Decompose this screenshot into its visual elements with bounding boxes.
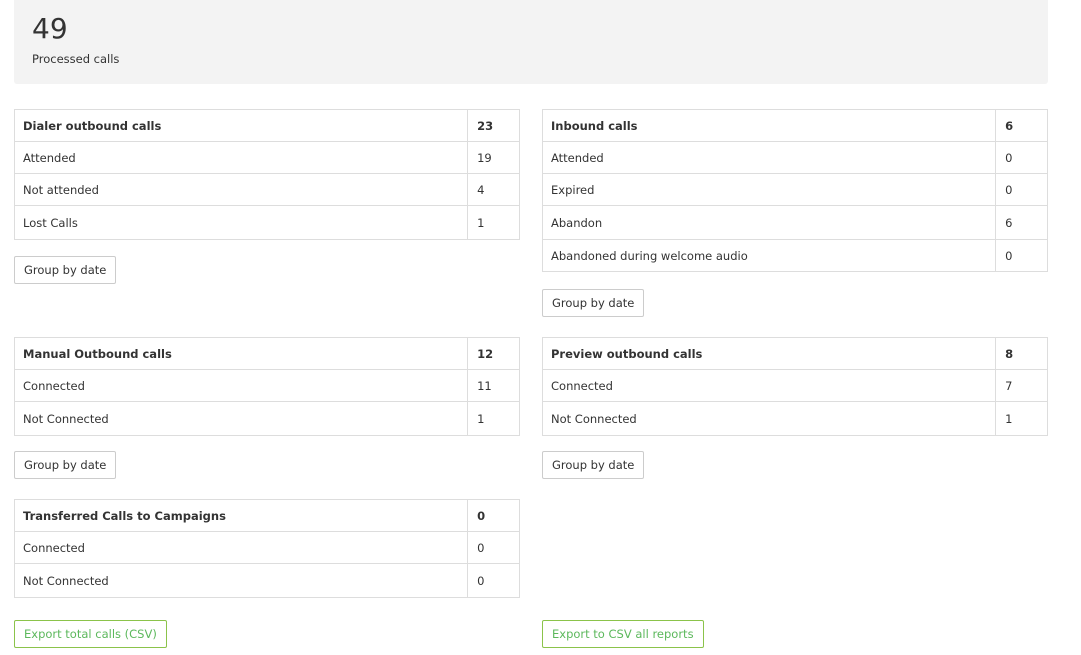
table-row: Not attended 4 bbox=[13, 173, 520, 206]
table-row: Not Connected 1 bbox=[13, 401, 520, 436]
table-row: Not Connected 1 bbox=[541, 401, 1048, 436]
table-row: Abandoned during welcome audio 0 bbox=[541, 239, 1048, 272]
dialer-outbound-table: Dialer outbound calls 23 Attended 19 Not… bbox=[13, 109, 520, 240]
row-label: Expired bbox=[541, 173, 997, 206]
row-label: Connected bbox=[541, 369, 997, 402]
row-value: 1 bbox=[467, 205, 520, 240]
row-label: Lost Calls bbox=[13, 205, 469, 240]
dialer-group-by-date-button[interactable]: Group by date bbox=[14, 256, 117, 284]
row-value: 19 bbox=[467, 141, 520, 174]
export-total-calls-csv-button[interactable]: Export total calls (CSV) bbox=[14, 620, 167, 648]
inbound-title: Inbound calls bbox=[541, 109, 997, 142]
table-row: Lost Calls 1 bbox=[13, 205, 520, 240]
transferred-total: 0 bbox=[467, 499, 520, 532]
row-label: Connected bbox=[13, 531, 469, 564]
row-value: 4 bbox=[467, 173, 520, 206]
manual-title: Manual Outbound calls bbox=[13, 337, 469, 370]
row-value: 0 bbox=[467, 563, 520, 598]
table-row: Connected 7 bbox=[541, 369, 1048, 402]
dialer-title: Dialer outbound calls bbox=[13, 109, 469, 142]
table-row: Expired 0 bbox=[541, 173, 1048, 206]
preview-outbound-table: Preview outbound calls 8 Connected 7 Not… bbox=[541, 337, 1048, 436]
table-row: Attended 19 bbox=[13, 141, 520, 174]
row-label: Not Connected bbox=[13, 563, 469, 598]
transferred-title: Transferred Calls to Campaigns bbox=[13, 499, 469, 532]
processed-calls-count: 49 bbox=[32, 12, 68, 45]
manual-outbound-table: Manual Outbound calls 12 Connected 11 No… bbox=[13, 337, 520, 436]
manual-group-by-date-button[interactable]: Group by date bbox=[14, 451, 117, 479]
row-label: Abandon bbox=[541, 205, 997, 240]
row-label: Attended bbox=[13, 141, 469, 174]
table-header-row: Transferred Calls to Campaigns 0 bbox=[13, 499, 520, 532]
row-value: 1 bbox=[467, 401, 520, 436]
row-label: Attended bbox=[541, 141, 997, 174]
row-value: 0 bbox=[467, 531, 520, 564]
row-value: 0 bbox=[995, 239, 1048, 272]
export-all-reports-csv-button[interactable]: Export to CSV all reports bbox=[542, 620, 704, 648]
row-label: Not attended bbox=[13, 173, 469, 206]
table-row: Abandon 6 bbox=[541, 205, 1048, 240]
inbound-group-by-date-button[interactable]: Group by date bbox=[542, 289, 645, 317]
preview-group-by-date-button[interactable]: Group by date bbox=[542, 451, 645, 479]
inbound-total: 6 bbox=[995, 109, 1048, 142]
preview-total: 8 bbox=[995, 337, 1048, 370]
row-label: Abandoned during welcome audio bbox=[541, 239, 997, 272]
row-value: 0 bbox=[995, 141, 1048, 174]
row-label: Not Connected bbox=[13, 401, 469, 436]
table-header-row: Manual Outbound calls 12 bbox=[13, 337, 520, 370]
row-value: 0 bbox=[995, 173, 1048, 206]
row-value: 7 bbox=[995, 369, 1048, 402]
preview-title: Preview outbound calls bbox=[541, 337, 997, 370]
table-header-row: Inbound calls 6 bbox=[541, 109, 1048, 142]
manual-total: 12 bbox=[467, 337, 520, 370]
row-label: Not Connected bbox=[541, 401, 997, 436]
table-header-row: Preview outbound calls 8 bbox=[541, 337, 1048, 370]
row-value: 11 bbox=[467, 369, 520, 402]
inbound-calls-table: Inbound calls 6 Attended 0 Expired 0 Aba… bbox=[541, 109, 1048, 272]
table-row: Not Connected 0 bbox=[13, 563, 520, 598]
table-row: Attended 0 bbox=[541, 141, 1048, 174]
row-value: 1 bbox=[995, 401, 1048, 436]
row-value: 6 bbox=[995, 205, 1048, 240]
table-row: Connected 11 bbox=[13, 369, 520, 402]
processed-calls-label: Processed calls bbox=[32, 52, 120, 66]
dialer-total: 23 bbox=[467, 109, 520, 142]
table-header-row: Dialer outbound calls 23 bbox=[13, 109, 520, 142]
transferred-calls-table: Transferred Calls to Campaigns 0 Connect… bbox=[13, 499, 520, 598]
table-row: Connected 0 bbox=[13, 531, 520, 564]
row-label: Connected bbox=[13, 369, 469, 402]
processed-calls-summary: 49 Processed calls bbox=[14, 0, 1048, 84]
